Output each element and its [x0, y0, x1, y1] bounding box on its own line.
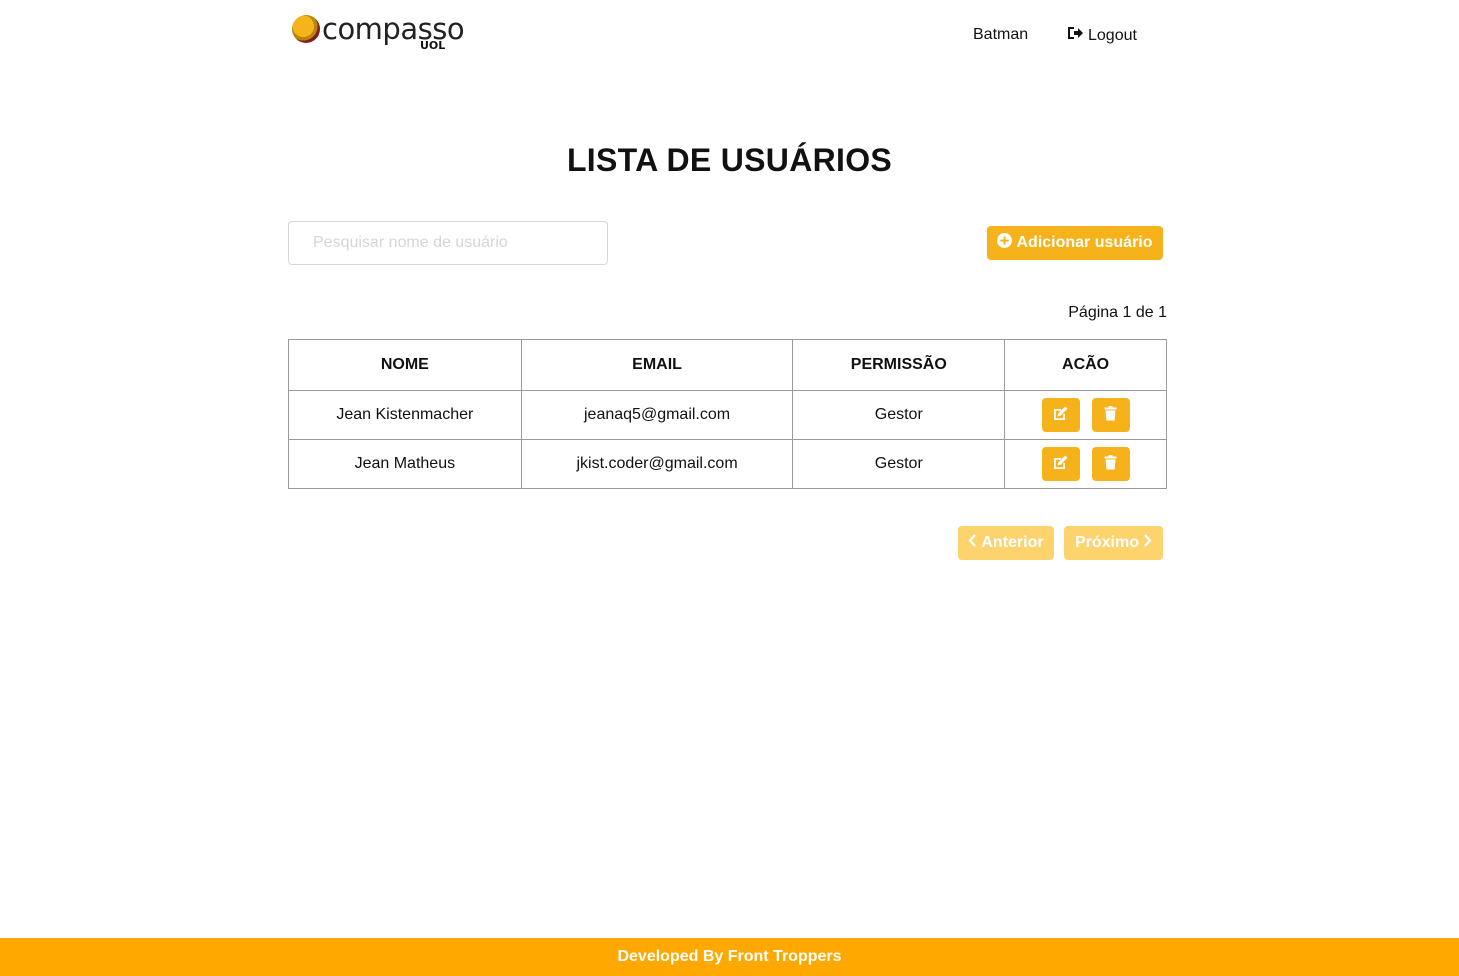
- cell-acao: [1004, 439, 1167, 489]
- add-user-label: Adicionar usuário: [1016, 234, 1153, 251]
- previous-page-button[interactable]: Anterior: [958, 526, 1054, 560]
- table-row: Jean Matheus jkist.coder@gmail.com Gesto…: [288, 439, 1167, 489]
- add-user-button[interactable]: Adicionar usuário: [987, 226, 1163, 260]
- column-header-email: EMAIL: [520, 339, 794, 391]
- top-header: compasso UOL Batman Logout: [0, 0, 1459, 70]
- logo-mark-icon: [292, 15, 320, 43]
- column-header-nome: NOME: [288, 339, 522, 391]
- next-label: Próximo: [1074, 534, 1139, 551]
- cell-nome: Jean Matheus: [288, 439, 522, 489]
- cell-email: jkist.coder@gmail.com: [520, 439, 794, 489]
- logout-label: Logout: [1088, 26, 1137, 44]
- edit-user-button[interactable]: [1041, 447, 1080, 481]
- previous-label: Anterior: [981, 534, 1044, 551]
- next-page-button[interactable]: Próximo: [1064, 526, 1163, 560]
- page-title: LISTA DE USUÁRIOS: [566, 142, 893, 178]
- user-name-link[interactable]: Batman: [973, 26, 1028, 44]
- page-indicator: Página 1 de 1: [1068, 304, 1167, 321]
- cell-nome: Jean Kistenmacher: [288, 390, 522, 440]
- compasso-uol-logo[interactable]: compasso UOL: [292, 12, 465, 54]
- trash-icon: [1102, 454, 1119, 474]
- cell-permissao: Gestor: [792, 439, 1006, 489]
- cell-acao: [1004, 390, 1167, 440]
- delete-user-button[interactable]: [1091, 447, 1130, 481]
- table-header-row: NOME EMAIL PERMISSÃO ACÃO: [288, 339, 1167, 391]
- plus-circle-icon: [997, 233, 1013, 253]
- chevron-left-icon: [968, 534, 977, 552]
- edit-icon: [1052, 405, 1069, 425]
- edit-user-button[interactable]: [1041, 398, 1080, 432]
- users-table: NOME EMAIL PERMISSÃO ACÃO Jean Kistenmac…: [288, 339, 1167, 489]
- sign-out-icon: [1067, 26, 1083, 45]
- footer-text: Developed By Front Troppers: [617, 948, 842, 965]
- table-row: Jean Kistenmacher jeanaq5@gmail.com Gest…: [288, 390, 1167, 440]
- column-header-permissao: PERMISSÃO: [792, 339, 1006, 391]
- page-footer: Developed By Front Troppers: [0, 938, 1459, 976]
- logo-subtext: UOL: [420, 39, 446, 52]
- cell-permissao: Gestor: [792, 390, 1006, 440]
- chevron-right-icon: [1143, 534, 1152, 552]
- column-header-acao: ACÃO: [1004, 339, 1167, 391]
- trash-icon: [1102, 405, 1119, 425]
- logout-button[interactable]: Logout: [1067, 26, 1137, 45]
- delete-user-button[interactable]: [1091, 398, 1130, 432]
- edit-icon: [1052, 454, 1069, 474]
- search-input[interactable]: [288, 221, 608, 265]
- cell-email: jeanaq5@gmail.com: [520, 390, 794, 440]
